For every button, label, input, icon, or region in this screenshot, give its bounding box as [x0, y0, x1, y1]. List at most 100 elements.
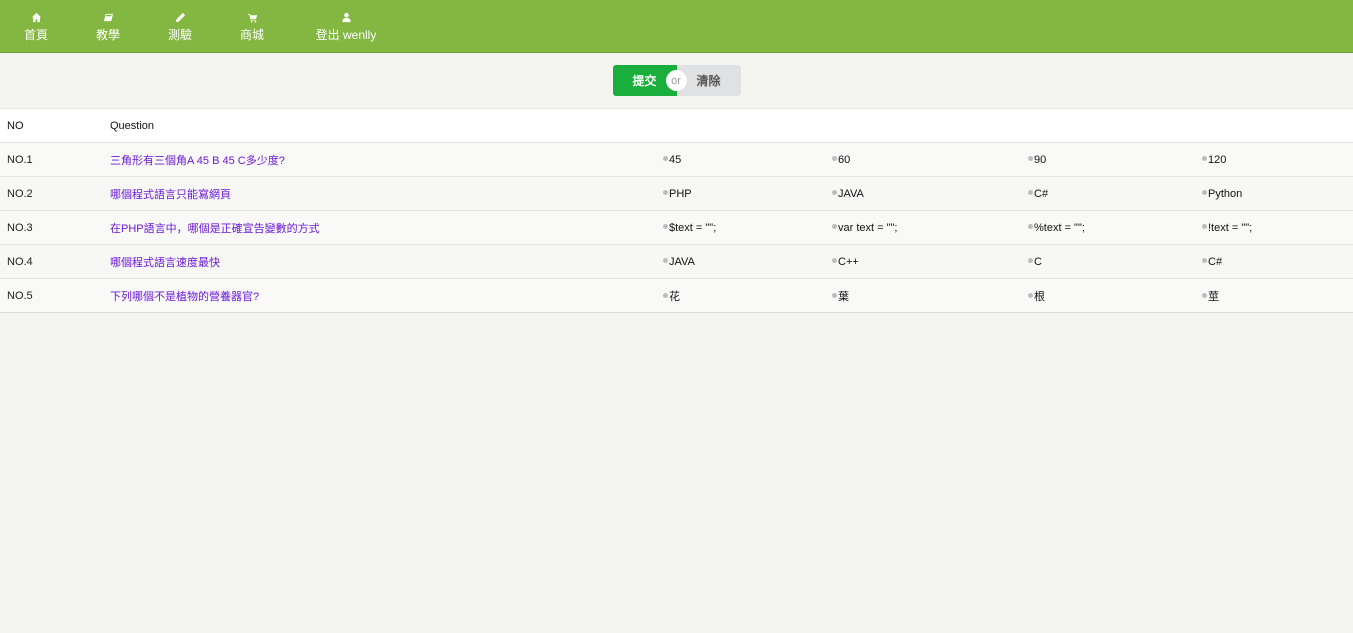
nav-home[interactable]: 首頁 [0, 0, 72, 52]
header-option-a [663, 108, 832, 143]
answer-option[interactable]: JAVA [663, 244, 832, 279]
answer-option-label: Python [1208, 187, 1243, 200]
answer-option-label: !text = ""; [1208, 221, 1253, 234]
answer-option[interactable]: 60 [832, 142, 1028, 177]
answer-option[interactable]: $text = ""; [663, 210, 832, 245]
answer-option[interactable]: !text = ""; [1202, 210, 1353, 245]
radio-button[interactable] [1202, 224, 1207, 230]
home-icon [31, 11, 42, 25]
question-text: 在PHP語言中，哪個是正確宣告變數的方式 [105, 210, 663, 245]
answer-option[interactable]: C# [1202, 244, 1353, 279]
user-icon [341, 11, 352, 25]
answer-option[interactable]: JAVA [832, 176, 1028, 211]
radio-button[interactable] [1028, 156, 1033, 162]
radio-button[interactable] [832, 156, 837, 162]
question-number: NO.1 [0, 142, 105, 177]
question-number: NO.5 [0, 278, 105, 313]
or-divider: or [665, 70, 687, 91]
answer-option-label: %text = ""; [1034, 221, 1085, 234]
pencil-icon [175, 11, 186, 25]
header-option-d [1202, 108, 1353, 143]
question-text: 下列哪個不是植物的營養器官? [105, 278, 663, 313]
answer-option-label: var text = ""; [838, 221, 898, 234]
nav-logout[interactable]: 登出 wenlly [288, 0, 404, 52]
answer-option[interactable]: var text = ""; [832, 210, 1028, 245]
radio-button[interactable] [663, 224, 668, 230]
radio-button[interactable] [832, 224, 837, 230]
radio-button[interactable] [832, 258, 837, 264]
header-no: NO [0, 108, 105, 143]
answer-option[interactable]: C# [1028, 176, 1202, 211]
radio-button[interactable] [663, 156, 668, 162]
radio-button[interactable] [1202, 293, 1207, 299]
table-row: NO.4 哪個程式語言速度最快 JAVA C++ C C# [0, 244, 1353, 279]
answer-option[interactable]: %text = ""; [1028, 210, 1202, 245]
form-actions: 提交 清除 or [0, 53, 1353, 108]
table-row: NO.5 下列哪個不是植物的營養器官? 花 葉 根 莖 [0, 278, 1353, 313]
radio-button[interactable] [832, 293, 837, 299]
answer-option-label: 花 [669, 290, 680, 303]
answer-option-label: 90 [1034, 153, 1047, 166]
top-navigation-bar: 首頁 教學 測驗 商城 登出 wenlly [0, 0, 1353, 53]
table-row: NO.1 三角形有三個角A 45 B 45 C多少度? 45 60 90 120 [0, 142, 1353, 177]
quiz-table: NO Question NO.1 三角形有三個角A 45 B 45 C多少度? 45… [0, 108, 1353, 313]
book-icon [103, 11, 114, 25]
nav-shop[interactable]: 商城 [216, 0, 288, 52]
answer-option-label: JAVA [669, 255, 695, 268]
radio-button[interactable] [832, 190, 837, 196]
answer-option-label: PHP [669, 187, 692, 200]
answer-option-label: 120 [1208, 153, 1227, 166]
table-row: NO.2 哪個程式語言只能寫網頁 PHP JAVA C# Python [0, 176, 1353, 211]
answer-option[interactable]: 花 [663, 278, 832, 313]
answer-option[interactable]: 45 [663, 142, 832, 177]
nav-home-label: 首頁 [23, 27, 48, 42]
question-number: NO.2 [0, 176, 105, 211]
radio-button[interactable] [663, 258, 668, 264]
answer-option[interactable]: C++ [832, 244, 1028, 279]
nav-logout-label: 登出 wenlly [315, 27, 377, 42]
question-text: 三角形有三個角A 45 B 45 C多少度? [105, 142, 663, 177]
nav-shop-label: 商城 [239, 27, 264, 42]
table-header-row: NO Question [0, 108, 1353, 143]
radio-button[interactable] [663, 293, 668, 299]
answer-option-label: JAVA [838, 187, 864, 200]
nav-tutorial[interactable]: 教學 [72, 0, 144, 52]
cart-icon [247, 11, 258, 25]
answer-option[interactable]: 莖 [1202, 278, 1353, 313]
nav-quiz[interactable]: 測驗 [144, 0, 216, 52]
radio-button[interactable] [1202, 258, 1207, 264]
question-text: 哪個程式語言速度最快 [105, 244, 663, 279]
table-row: NO.3 在PHP語言中，哪個是正確宣告變數的方式 $text = ""; var t… [0, 210, 1353, 245]
radio-button[interactable] [1028, 258, 1033, 264]
answer-option[interactable]: PHP [663, 176, 832, 211]
action-button-group: 提交 清除 or [612, 65, 741, 96]
answer-option[interactable]: 葉 [832, 278, 1028, 313]
nav-quiz-label: 測驗 [167, 27, 192, 42]
question-text: 哪個程式語言只能寫網頁 [105, 176, 663, 211]
answer-option-label: 45 [669, 153, 682, 166]
answer-option-label: C++ [838, 255, 859, 268]
answer-option-label: C [1034, 255, 1042, 268]
answer-option-label: 葉 [838, 290, 849, 303]
radio-button[interactable] [1028, 293, 1033, 299]
answer-option[interactable]: 根 [1028, 278, 1202, 313]
radio-button[interactable] [1028, 224, 1033, 230]
answer-option-label: C# [1208, 255, 1223, 268]
answer-option-label: 60 [838, 153, 851, 166]
answer-option[interactable]: Python [1202, 176, 1353, 211]
radio-button[interactable] [663, 190, 668, 196]
answer-option-label: C# [1034, 187, 1049, 200]
question-number: NO.3 [0, 210, 105, 245]
question-number: NO.4 [0, 244, 105, 279]
radio-button[interactable] [1202, 156, 1207, 162]
header-option-c [1028, 108, 1202, 143]
header-question: Question [105, 108, 663, 143]
answer-option[interactable]: C [1028, 244, 1202, 279]
answer-option[interactable]: 120 [1202, 142, 1353, 177]
nav-tutorial-label: 教學 [95, 27, 120, 42]
radio-button[interactable] [1202, 190, 1207, 196]
header-option-b [832, 108, 1028, 143]
answer-option[interactable]: 90 [1028, 142, 1202, 177]
answer-option-label: 莖 [1208, 290, 1219, 303]
radio-button[interactable] [1028, 190, 1033, 196]
